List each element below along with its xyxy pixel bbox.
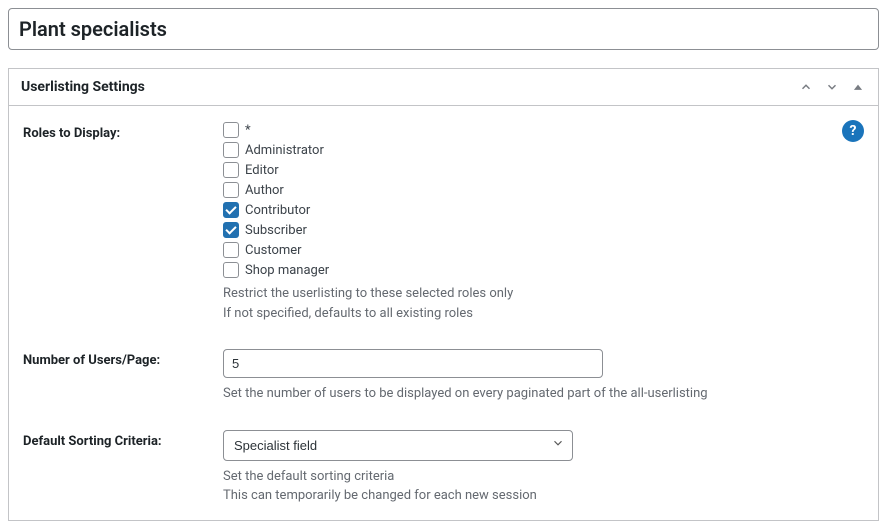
panel-heading: Userlisting Settings (21, 79, 145, 95)
page-title: Plant specialists (19, 17, 868, 41)
role-checkbox-customer[interactable] (223, 242, 239, 258)
sorting-field: Default Sorting Criteria: Specialist fie… (23, 430, 864, 506)
role-checkbox-contributor[interactable] (223, 202, 239, 218)
role-option-label: Contributor (245, 203, 310, 218)
sorting-label: Default Sorting Criteria: (23, 430, 223, 449)
panel-body: ? Roles to Display: * Administrator Edit… (9, 106, 878, 520)
move-up-icon[interactable] (798, 79, 814, 95)
role-checkbox-shop-manager[interactable] (223, 262, 239, 278)
role-option-label: Customer (245, 243, 302, 258)
sorting-select-wrap: Specialist field (223, 430, 573, 461)
role-option-administrator[interactable]: Administrator (223, 142, 864, 158)
settings-panel: Userlisting Settings ? Roles to Display:… (8, 68, 879, 521)
role-option-subscriber[interactable]: Subscriber (223, 222, 864, 238)
perpage-field: Number of Users/Page: Set the number of … (23, 349, 864, 404)
role-option-label: Subscriber (245, 223, 307, 238)
perpage-input[interactable] (223, 349, 603, 378)
role-option-contributor[interactable]: Contributor (223, 202, 864, 218)
role-option-label: Administrator (245, 143, 324, 158)
perpage-desc: Set the number of users to be displayed … (223, 384, 864, 404)
role-option-author[interactable]: Author (223, 182, 864, 198)
move-down-icon[interactable] (824, 79, 840, 95)
roles-control: * Administrator Editor Author Contributo… (223, 122, 864, 323)
roles-desc-2: If not specified, defaults to all existi… (223, 304, 864, 324)
help-icon[interactable]: ? (842, 120, 864, 142)
roles-field: Roles to Display: * Administrator Editor… (23, 122, 864, 323)
sorting-select[interactable]: Specialist field (223, 430, 573, 461)
role-checkbox-all[interactable] (223, 122, 239, 138)
sorting-control: Specialist field Set the default sorting… (223, 430, 864, 506)
panel-header: Userlisting Settings (9, 69, 878, 106)
title-container: Plant specialists (8, 8, 879, 50)
sorting-desc-1: Set the default sorting criteria (223, 467, 864, 487)
role-checkbox-author[interactable] (223, 182, 239, 198)
role-option-editor[interactable]: Editor (223, 162, 864, 178)
panel-header-actions (798, 79, 866, 95)
role-option-customer[interactable]: Customer (223, 242, 864, 258)
perpage-control: Set the number of users to be displayed … (223, 349, 864, 404)
perpage-label: Number of Users/Page: (23, 349, 223, 368)
role-option-all[interactable]: * (223, 122, 864, 138)
sorting-desc-2: This can temporarily be changed for each… (223, 486, 864, 506)
role-option-shop-manager[interactable]: Shop manager (223, 262, 864, 278)
role-option-label: Author (245, 183, 284, 198)
roles-label: Roles to Display: (23, 122, 223, 141)
role-checkbox-administrator[interactable] (223, 142, 239, 158)
role-option-label: Shop manager (245, 263, 329, 278)
role-checkbox-editor[interactable] (223, 162, 239, 178)
role-option-label: Editor (245, 163, 279, 178)
toggle-panel-icon[interactable] (850, 79, 866, 95)
role-checkbox-subscriber[interactable] (223, 222, 239, 238)
roles-desc-1: Restrict the userlisting to these select… (223, 284, 864, 304)
role-option-label: * (245, 123, 251, 138)
